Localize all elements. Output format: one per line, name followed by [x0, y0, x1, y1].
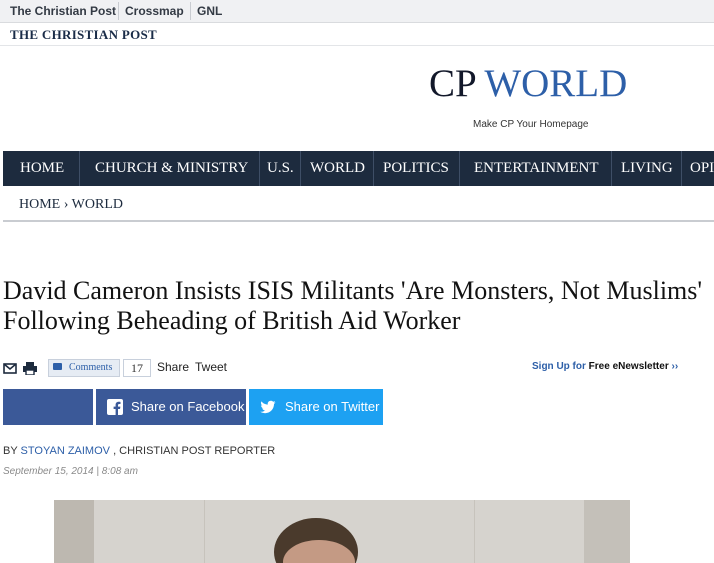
facebook-button-label: Share on Facebook — [131, 399, 245, 414]
print-icon[interactable] — [23, 361, 37, 376]
tweet-link[interactable]: Tweet — [195, 360, 227, 374]
nav-divider — [259, 151, 260, 186]
top-link-gnl[interactable]: GNL — [197, 4, 222, 18]
newsletter-signup-link[interactable]: Sign Up for Free eNewsletter ›› — [532, 361, 678, 372]
divider — [190, 2, 191, 20]
comments-label: Comments — [69, 362, 113, 373]
share-link[interactable]: Share — [157, 360, 189, 374]
nav-item-home[interactable]: HOME — [20, 151, 64, 186]
newsletter-signup-label: Sign Up for — [532, 361, 586, 372]
breadcrumb-world[interactable]: WORLD — [72, 197, 123, 212]
newsletter-arrows: ›› — [671, 361, 679, 372]
breadcrumb-separator: › — [63, 197, 69, 212]
article-photo-image — [54, 500, 630, 563]
nav-divider — [681, 151, 682, 186]
top-utility-bar: The Christian Post Crossmap GNL — [0, 0, 714, 23]
byline: BY STOYAN ZAIMOV , CHRISTIAN POST REPORT… — [3, 445, 275, 457]
top-link-christian-post[interactable]: The Christian Post — [10, 4, 116, 18]
nav-item-entertainment[interactable]: ENTERTAINMENT — [474, 151, 599, 186]
facebook-like-button[interactable] — [3, 389, 93, 425]
email-icon[interactable] — [3, 361, 17, 375]
comments-count[interactable]: 17 — [123, 359, 151, 377]
nav-item-politics[interactable]: POLITICS — [383, 151, 449, 186]
nav-item-church-ministry[interactable]: CHURCH & MINISTRY — [95, 151, 248, 186]
section-title: CP WORLD — [429, 62, 627, 106]
author-role: , CHRISTIAN POST REPORTER — [113, 445, 276, 457]
section-title-prefix: CP — [429, 62, 476, 105]
nav-item-opinion[interactable]: OPI — [690, 151, 714, 186]
breadcrumb-home[interactable]: HOME — [19, 197, 60, 212]
nav-item-us[interactable]: U.S. — [267, 151, 294, 186]
publish-date-value: September 15, 2014 — [3, 466, 94, 477]
article-photo — [54, 500, 630, 563]
publish-date: September 15, 2014 | 8:08 am — [3, 466, 138, 477]
nav-item-world[interactable]: WORLD — [310, 151, 365, 186]
twitter-icon — [260, 399, 276, 415]
author-link[interactable]: STOYAN ZAIMOV — [21, 445, 110, 457]
divider — [3, 220, 714, 222]
facebook-icon — [107, 399, 123, 415]
site-logo[interactable]: THE CHRISTIAN POST — [10, 27, 157, 43]
share-on-facebook-button[interactable]: Share on Facebook — [96, 389, 246, 425]
nav-divider — [459, 151, 460, 186]
article-headline: David Cameron Insists ISIS Militants 'Ar… — [3, 276, 703, 335]
divider — [0, 45, 714, 46]
nav-divider — [300, 151, 301, 186]
newsletter-name: Free eNewsletter — [588, 361, 669, 372]
breadcrumb: HOME › WORLD — [19, 197, 123, 213]
nav-divider — [611, 151, 612, 186]
divider — [118, 2, 119, 20]
top-link-crossmap[interactable]: Crossmap — [125, 4, 184, 18]
twitter-button-label: Share on Twitter — [285, 399, 380, 414]
comment-bubble-icon — [53, 363, 62, 370]
make-homepage-link[interactable]: Make CP Your Homepage — [473, 119, 588, 130]
share-on-twitter-button[interactable]: Share on Twitter — [249, 389, 383, 425]
date-separator: | — [96, 466, 100, 477]
nav-divider — [373, 151, 374, 186]
nav-item-living[interactable]: LIVING — [621, 151, 673, 186]
byline-prefix: BY — [3, 445, 18, 457]
comments-button[interactable]: Comments — [48, 359, 120, 377]
main-nav: HOME CHURCH & MINISTRY U.S. WORLD POLITI… — [3, 151, 714, 186]
publish-time: 8:08 am — [101, 466, 138, 477]
nav-divider — [79, 151, 80, 186]
section-title-name: WORLD — [484, 62, 628, 105]
